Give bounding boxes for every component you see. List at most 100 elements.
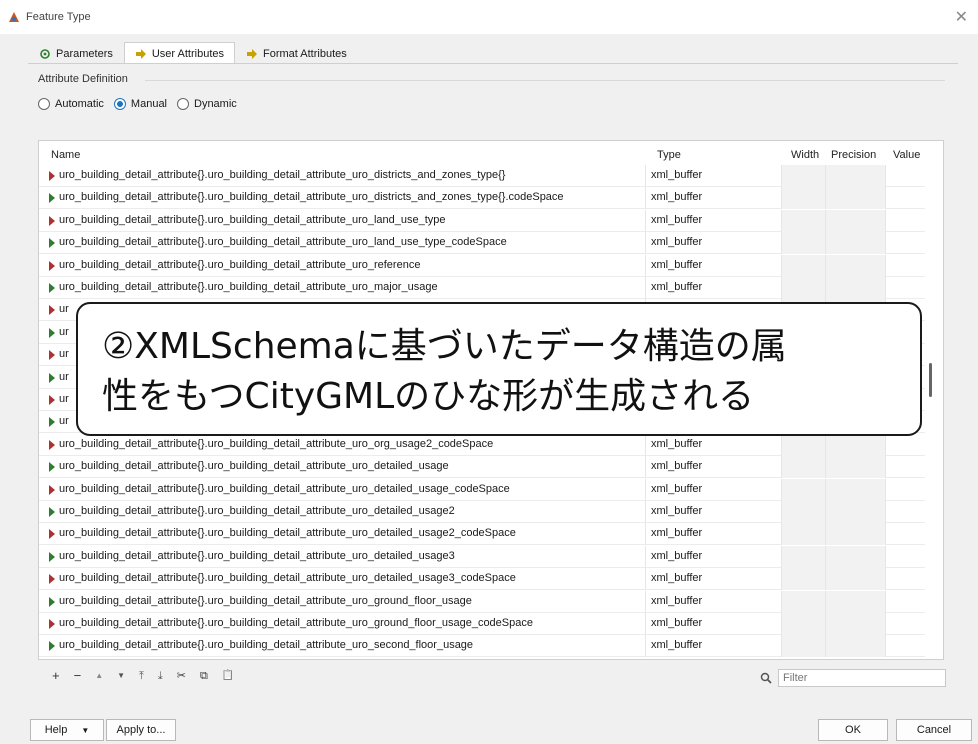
attribute-name[interactable]: uro_building_detail_attribute{}.uro_buil… [59, 191, 564, 203]
radio-button[interactable] [113, 98, 126, 110]
table-row[interactable]: uro_building_detail_attribute{}.uro_buil… [39, 635, 929, 658]
attribute-type[interactable]: xml_buffer [651, 550, 702, 562]
apply-to-button[interactable]: Apply to... [106, 719, 176, 741]
expand-arrow-icon[interactable] [49, 484, 55, 495]
attribute-name[interactable]: ur [59, 371, 69, 383]
table-row[interactable]: uro_building_detail_attribute{}.uro_buil… [39, 277, 929, 299]
expand-arrow-icon[interactable] [49, 507, 55, 517]
expand-arrow-icon[interactable] [49, 305, 55, 316]
attribute-type[interactable]: xml_buffer [651, 191, 702, 203]
attribute-name[interactable]: uro_building_detail_attribute{}.uro_buil… [59, 169, 505, 181]
radio-automatic[interactable]: Automatic [38, 98, 104, 110]
paste-icon[interactable]: 📋 [222, 669, 234, 683]
table-row[interactable]: uro_building_detail_attribute{}.uro_buil… [39, 165, 929, 187]
attribute-name[interactable]: uro_building_detail_attribute{}.uro_buil… [59, 505, 455, 517]
expand-arrow-icon[interactable] [49, 596, 55, 607]
attribute-type[interactable]: xml_buffer [651, 617, 702, 629]
attribute-type[interactable]: xml_buffer [651, 281, 702, 293]
move-top-icon[interactable]: ⤒ [139, 669, 144, 683]
attribute-name[interactable]: uro_building_detail_attribute{}.uro_buil… [59, 460, 449, 472]
radio-dynamic[interactable]: Dynamic [177, 98, 237, 110]
tab-parameters[interactable]: Parameters [28, 42, 124, 64]
attribute-name[interactable]: ur [59, 415, 69, 427]
attribute-type[interactable]: xml_buffer [651, 639, 702, 651]
attribute-name[interactable]: uro_building_detail_attribute{}.uro_buil… [59, 259, 420, 271]
expand-arrow-icon[interactable] [49, 574, 55, 585]
copy-icon[interactable]: ⧉ [200, 669, 208, 683]
table-row[interactable]: uro_building_detail_attribute{}.uro_buil… [39, 254, 929, 277]
table-row[interactable]: uro_building_detail_attribute{}.uro_buil… [39, 456, 929, 479]
vertical-scrollbar[interactable] [925, 141, 937, 659]
expand-arrow-icon[interactable] [49, 238, 55, 249]
tab-user-attributes[interactable]: User Attributes [123, 42, 235, 64]
attribute-type[interactable]: xml_buffer [651, 595, 702, 607]
expand-arrow-icon[interactable] [49, 260, 55, 271]
attribute-name[interactable]: ur [59, 393, 69, 405]
radio-button[interactable] [38, 98, 50, 110]
radio-button[interactable] [177, 98, 189, 110]
expand-arrow-icon[interactable] [49, 215, 55, 226]
column-header-name[interactable]: Name [51, 149, 80, 161]
expand-arrow-icon[interactable] [49, 283, 55, 293]
attribute-name[interactable]: uro_building_detail_attribute{}.uro_buil… [59, 214, 446, 226]
attribute-type[interactable]: xml_buffer [651, 259, 702, 271]
table-row[interactable]: uro_building_detail_attribute{}.uro_buil… [39, 568, 929, 591]
table-row[interactable]: uro_building_detail_attribute{}.uro_buil… [39, 523, 929, 546]
table-row[interactable]: uro_building_detail_attribute{}.uro_buil… [39, 613, 929, 635]
close-icon[interactable]: ✕ [955, 7, 968, 27]
attribute-type[interactable]: xml_buffer [651, 169, 702, 181]
ok-button[interactable]: OK [818, 719, 888, 741]
attribute-name[interactable]: uro_building_detail_attribute{}.uro_buil… [59, 438, 493, 450]
scrollbar-thumb[interactable] [929, 363, 932, 397]
expand-arrow-icon[interactable] [49, 372, 55, 383]
attribute-name[interactable]: uro_building_detail_attribute{}.uro_buil… [59, 527, 516, 539]
table-row[interactable]: uro_building_detail_attribute{}.uro_buil… [39, 478, 929, 501]
table-row[interactable]: uro_building_detail_attribute{}.uro_buil… [39, 232, 929, 255]
remove-icon[interactable]: − [74, 669, 82, 683]
table-row[interactable]: uro_building_detail_attribute{}.uro_buil… [39, 590, 929, 613]
column-header-width[interactable]: Width [791, 149, 819, 161]
expand-arrow-icon[interactable] [49, 327, 55, 338]
cut-icon[interactable]: ✂ [177, 669, 186, 683]
attribute-type[interactable]: xml_buffer [651, 214, 702, 226]
attribute-type[interactable]: xml_buffer [651, 460, 702, 472]
table-row[interactable]: uro_building_detail_attribute{}.uro_buil… [39, 433, 929, 456]
cancel-button[interactable]: Cancel [896, 719, 972, 741]
table-row[interactable]: uro_building_detail_attribute{}.uro_buil… [39, 501, 929, 523]
table-row[interactable]: uro_building_detail_attribute{}.uro_buil… [39, 209, 929, 232]
expand-arrow-icon[interactable] [49, 619, 55, 629]
table-row[interactable]: uro_building_detail_attribute{}.uro_buil… [39, 187, 929, 210]
attribute-name[interactable]: uro_building_detail_attribute{}.uro_buil… [59, 236, 507, 248]
filter-input[interactable] [778, 669, 946, 687]
attribute-type[interactable]: xml_buffer [651, 572, 702, 584]
column-header-value[interactable]: Value [893, 149, 920, 161]
expand-arrow-icon[interactable] [49, 439, 55, 450]
expand-arrow-icon[interactable] [49, 551, 55, 562]
attribute-type[interactable]: xml_buffer [651, 483, 702, 495]
move-up-icon[interactable]: ▲ [95, 669, 103, 683]
attribute-type[interactable]: xml_buffer [651, 236, 702, 248]
attribute-name[interactable]: uro_building_detail_attribute{}.uro_buil… [59, 550, 455, 562]
expand-arrow-icon[interactable] [49, 350, 55, 361]
expand-arrow-icon[interactable] [49, 462, 55, 473]
attribute-name[interactable]: uro_building_detail_attribute{}.uro_buil… [59, 483, 510, 495]
attribute-name[interactable]: uro_building_detail_attribute{}.uro_buil… [59, 595, 472, 607]
add-icon[interactable]: + [52, 669, 60, 683]
expand-arrow-icon[interactable] [49, 395, 55, 405]
attribute-name[interactable]: uro_building_detail_attribute{}.uro_buil… [59, 572, 516, 584]
attribute-name[interactable]: uro_building_detail_attribute{}.uro_buil… [59, 617, 533, 629]
column-header-type[interactable]: Type [657, 149, 681, 161]
attribute-name[interactable]: uro_building_detail_attribute{}.uro_buil… [59, 639, 473, 651]
expand-arrow-icon[interactable] [49, 529, 55, 540]
move-bottom-icon[interactable]: ⤓ [158, 669, 163, 683]
expand-arrow-icon[interactable] [49, 417, 55, 428]
expand-arrow-icon[interactable] [49, 641, 55, 652]
move-down-icon[interactable]: ▼ [117, 669, 125, 683]
table-row[interactable]: uro_building_detail_attribute{}.uro_buil… [39, 545, 929, 568]
attribute-type[interactable]: xml_buffer [651, 505, 702, 517]
attribute-name[interactable]: uro_building_detail_attribute{}.uro_buil… [59, 281, 438, 293]
attribute-name[interactable]: ur [59, 326, 69, 338]
attribute-type[interactable]: xml_buffer [651, 527, 702, 539]
radio-manual[interactable]: Manual [113, 98, 167, 110]
expand-arrow-icon[interactable] [49, 193, 55, 204]
